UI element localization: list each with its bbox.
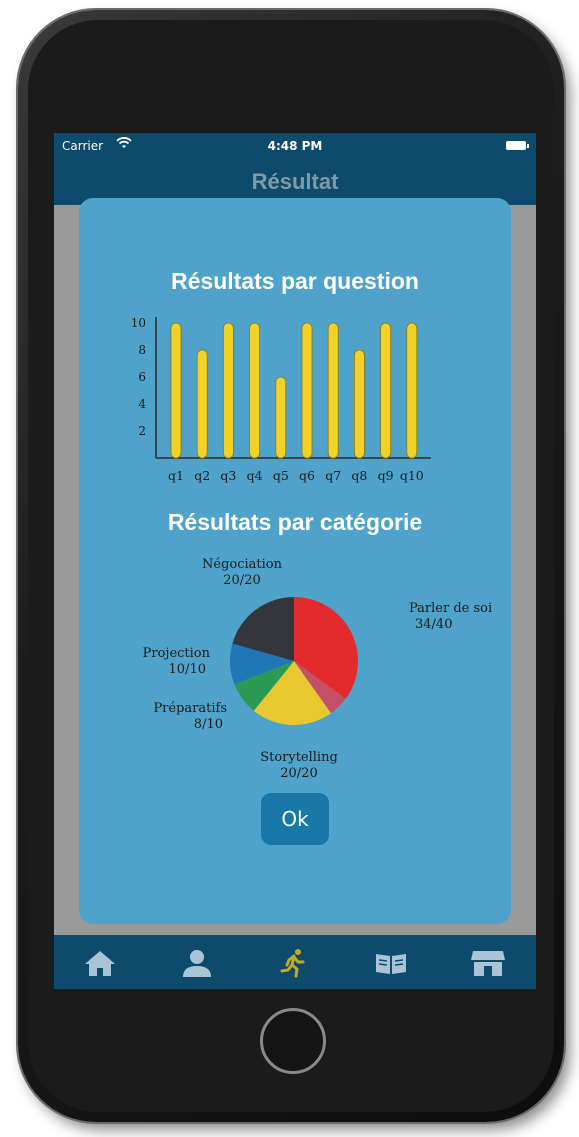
pie-chart: Parler de soi34/40Storytelling20/20Prépa…: [143, 557, 493, 781]
app-screen: Carrier 4:48 PM Résultat Résultats par q…: [54, 133, 536, 989]
store-icon: [471, 951, 505, 976]
pie-value-label: 20/20: [280, 766, 317, 781]
book-icon: [376, 954, 406, 974]
ok-button[interactable]: Ok: [261, 793, 329, 845]
status-bar: Carrier 4:48 PM: [54, 133, 536, 159]
results-modal: Résultats par question Résultats par cat…: [79, 198, 511, 924]
tab-profile[interactable]: [177, 945, 217, 981]
home-button[interactable]: [260, 1008, 326, 1074]
tab-store[interactable]: [468, 945, 508, 981]
pie-label: Storytelling: [260, 750, 338, 765]
pie-value-label: 10/10: [169, 662, 206, 677]
home-icon: [85, 951, 115, 976]
pie-value-label: 20/20: [223, 573, 260, 588]
pie-value-label: 34/40: [415, 617, 452, 632]
page-title: Résultat: [251, 169, 339, 194]
user-icon: [183, 950, 211, 977]
pie-label: Négociation: [202, 557, 283, 572]
tab-library[interactable]: [371, 945, 411, 981]
status-time: 4:48 PM: [267, 139, 323, 153]
running-icon: [280, 949, 305, 978]
tab-bar: [54, 935, 536, 989]
pie-value-label: 8/10: [194, 717, 223, 732]
pie-label: Préparatifs: [153, 701, 227, 716]
tab-exercise[interactable]: [274, 945, 314, 981]
tab-home[interactable]: [80, 945, 120, 981]
pie-label: Projection: [143, 646, 211, 661]
battery-icon: [506, 141, 529, 150]
pie-label: Parler de soi: [409, 601, 492, 616]
